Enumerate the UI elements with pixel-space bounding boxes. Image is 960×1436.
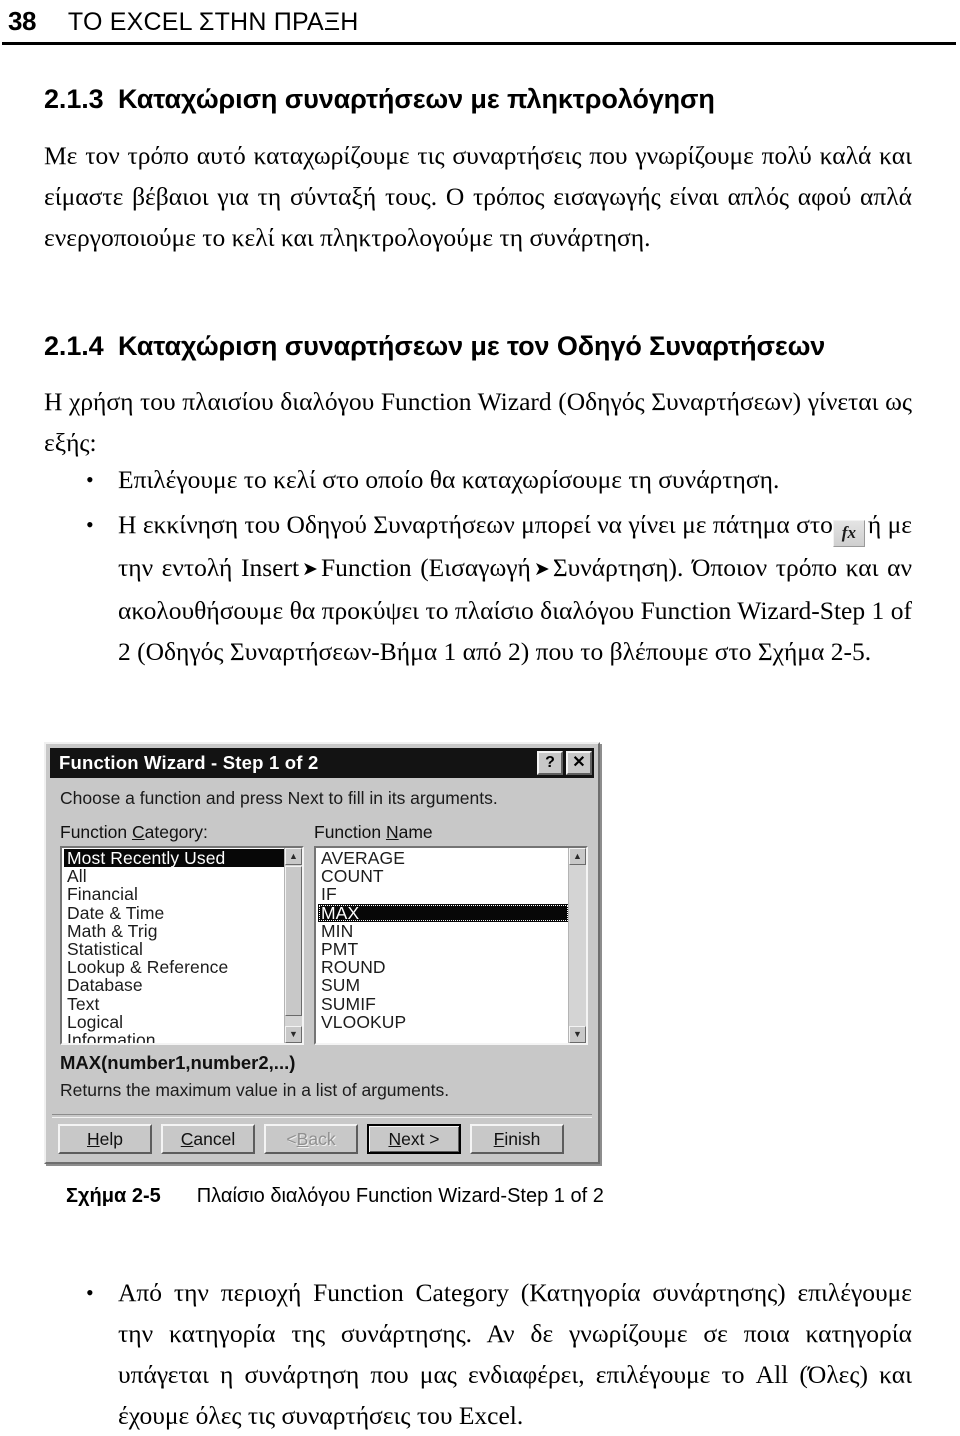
scroll-down-icon[interactable]: ▼ <box>569 1026 586 1043</box>
list-item-text-part1: Η εκκίνηση του Οδηγού Συναρτήσεων μπορεί… <box>118 510 833 539</box>
function-syntax: MAX(number1,number2,...) <box>60 1052 296 1073</box>
section-number: 2.1.4 <box>44 331 104 361</box>
function-list-item[interactable]: MAX <box>318 903 569 922</box>
name-scrollbar[interactable]: ▲ ▼ <box>568 848 586 1043</box>
label-part-pre: Function <box>314 822 386 842</box>
button-label-pre: < <box>286 1128 297 1149</box>
scroll-up-icon[interactable]: ▲ <box>569 848 586 865</box>
function-list-item[interactable]: PMT <box>318 940 569 958</box>
function-description: Returns the maximum value in a list of a… <box>60 1080 450 1100</box>
label-accel-key: C <box>131 822 145 842</box>
function-category-label: Function Category: <box>60 822 208 843</box>
scroll-down-icon[interactable]: ▼ <box>285 1026 302 1043</box>
dialog-titlebar[interactable]: Function Wizard - Step 1 of 2 ? ✕ <box>50 748 594 778</box>
function-list-item[interactable]: MIN <box>318 922 569 940</box>
label-part-pre: Function <box>60 822 132 842</box>
running-head: ΤΟ EXCEL ΣΤΗΝ ΠΡΑΞΗ <box>67 8 359 36</box>
button-accel-key: B <box>296 1128 309 1149</box>
function-list-item[interactable]: VLOOKUP <box>318 1012 569 1030</box>
button-label-post: ancel <box>193 1128 236 1149</box>
figure-label: Σχήμα 2-5 <box>66 1185 161 1207</box>
function-list-item[interactable]: COUNT <box>318 867 569 885</box>
help-button[interactable]: Help <box>58 1124 152 1154</box>
button-accel-key: F <box>493 1128 505 1149</box>
list-item-text-part3: Function (Εισαγωγή <box>320 553 531 582</box>
figure-caption: Σχήμα 2-5 Πλαίσιο διαλόγου Function Wizar… <box>66 1185 604 1208</box>
function-name-listbox[interactable]: AVERAGE COUNT IF MAX MIN PMT ROUND SUM SUMIF VLOO… <box>314 846 588 1045</box>
function-name-items[interactable]: AVERAGE COUNT IF MAX MIN PMT ROUND SUM SUMIF VLOO… <box>316 848 569 1031</box>
label-part-post: ame <box>398 822 433 842</box>
bullet-dot-icon: • <box>86 512 94 537</box>
section-number: 2.1.3 <box>44 84 104 114</box>
section-2-1-3-body: Με τον τρόπο αυτό καταχωρίζουμε τις συνα… <box>44 141 912 252</box>
button-label-post: ack <box>308 1128 336 1149</box>
category-list-item[interactable]: All <box>64 867 285 885</box>
function-list-item[interactable]: AVERAGE <box>318 849 569 867</box>
function-wizard-dialog[interactable]: Function Wizard - Step 1 of 2 ? ✕ Choose… <box>44 742 600 1164</box>
function-name-label: Function Name <box>314 822 433 843</box>
category-list-item[interactable]: Database <box>64 976 285 994</box>
button-label-post: elp <box>99 1128 123 1149</box>
menu-arrow-icon: ➤ <box>533 558 550 580</box>
back-button: < Back <box>264 1124 358 1154</box>
scrollbar-thumb[interactable] <box>285 866 302 1016</box>
function-list-item[interactable]: SUMIF <box>318 994 569 1012</box>
category-scrollbar[interactable]: ▲ ▼ <box>284 848 302 1043</box>
header-divider <box>2 42 956 45</box>
button-accel-key: C <box>180 1128 194 1149</box>
function-category-listbox[interactable]: Most Recently Used All Financial Date & Tim… <box>60 846 304 1045</box>
dialog-divider <box>52 1114 592 1118</box>
next-button[interactable]: Next > <box>367 1124 461 1154</box>
button-accel-key: N <box>388 1128 402 1149</box>
list-item: • Από την περιοχή Function Category (Κατ… <box>86 1272 912 1436</box>
list-item: • Επιλέγουμε το κελί στο οποίο θα καταχω… <box>86 459 912 500</box>
section-heading-2-1-3: 2.1.3 Καταχώριση συναρτήσεων με πληκτρολό… <box>44 84 715 115</box>
bullet-dot-icon: • <box>86 1280 94 1305</box>
dialog-button-row: Help Cancel < Back Next > Finish <box>58 1124 564 1154</box>
category-list-item[interactable]: Information <box>64 1031 285 1043</box>
label-part-post: ategory: <box>144 822 208 842</box>
section-title: Καταχώριση συναρτήσεων με τον Οδηγό Συνα… <box>118 331 826 361</box>
page-number: 38 <box>8 6 36 36</box>
button-label-post: inish <box>504 1128 541 1149</box>
dialog-title: Function Wizard - Step 1 of 2 <box>59 752 319 773</box>
function-list-item[interactable]: SUM <box>318 976 569 994</box>
list-item: • Η εκκίνηση του Οδηγού Συναρτήσεων μπορε… <box>86 504 912 672</box>
titlebar-button-group: ? ✕ <box>537 751 594 775</box>
section-2-1-4-body: Η χρήση του πλαισίου διαλόγου Function W… <box>44 387 912 457</box>
finish-button[interactable]: Finish <box>470 1124 564 1154</box>
close-icon[interactable]: ✕ <box>566 751 592 775</box>
list-item-text: Επιλέγουμε το κελί στο οποίο θα καταχωρί… <box>118 465 780 494</box>
dialog-instruction: Choose a function and press Next to fill… <box>60 788 498 808</box>
bullet-dot-icon: • <box>86 467 94 492</box>
category-list-item[interactable]: Date & Time <box>64 903 285 921</box>
figure-caption-text: Πλαίσιο διαλόγου Function Wizard-Step 1 … <box>196 1185 604 1207</box>
section-heading-2-1-4: 2.1.4 Καταχώριση συναρτήσεων με τον Οδηγό… <box>44 331 825 362</box>
section-title: Καταχώριση συναρτήσεων με πληκτρολόγηση <box>118 84 715 114</box>
cancel-button[interactable]: Cancel <box>161 1124 255 1154</box>
category-list-item[interactable]: Lookup & Reference <box>64 958 285 976</box>
category-list-item[interactable]: Logical <box>64 1012 285 1030</box>
page-header: 38 ΤΟ EXCEL ΣΤΗΝ ΠΡΑΞΗ <box>0 0 960 46</box>
scroll-up-icon[interactable]: ▲ <box>285 848 302 865</box>
label-accel-key: N <box>385 822 399 842</box>
function-category-items[interactable]: Most Recently Used All Financial Date & Tim… <box>62 848 285 1043</box>
button-label-post: ext > <box>401 1128 440 1149</box>
fx-icon: fx <box>832 520 865 547</box>
help-icon[interactable]: ? <box>537 751 563 775</box>
category-list-item[interactable]: Financial <box>64 885 285 903</box>
function-list-item[interactable]: ROUND <box>318 958 569 976</box>
button-accel-key: H <box>87 1128 100 1149</box>
menu-arrow-icon: ➤ <box>302 558 318 580</box>
category-list-item[interactable]: Text <box>64 994 285 1012</box>
function-list-item[interactable]: IF <box>318 885 569 903</box>
category-list-item[interactable]: Math & Trig <box>64 922 285 940</box>
category-list-item[interactable]: Most Recently Used <box>64 849 285 867</box>
list-item-text: Από την περιοχή Function Category (Κατηγ… <box>118 1278 912 1430</box>
category-list-item[interactable]: Statistical <box>64 940 285 958</box>
